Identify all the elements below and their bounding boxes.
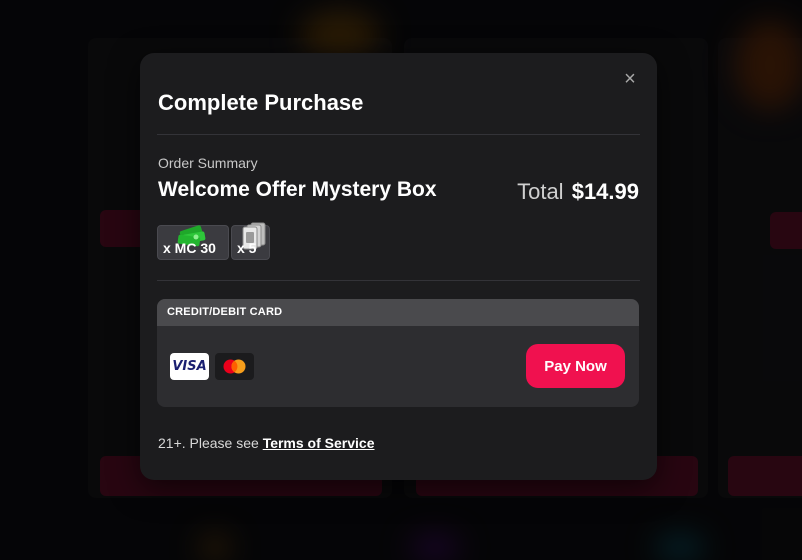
visa-logo-icon: VISA [170, 353, 209, 380]
item-chip-mc: x MC 30 [157, 225, 229, 260]
order-summary-label: Order Summary [158, 155, 258, 171]
order-total: Total $14.99 [517, 179, 639, 205]
total-amount: $14.99 [571, 179, 639, 204]
terms-of-service-link[interactable]: Terms of Service [263, 435, 375, 451]
mastercard-logo-icon [215, 353, 254, 380]
age-notice: 21+. Please see Terms of Service [158, 435, 374, 451]
divider [157, 280, 640, 281]
divider [157, 134, 640, 135]
payment-method-panel[interactable]: CREDIT/DEBIT CARD VISA Pay Now [157, 299, 639, 407]
modal-title: Complete Purchase [158, 90, 364, 115]
visa-label: VISA [172, 359, 207, 374]
total-label: Total [517, 179, 564, 204]
item-chip-cards: x 5 [231, 222, 270, 260]
item-label: x MC 30 [163, 240, 216, 256]
payment-method-header: CREDIT/DEBIT CARD [157, 299, 639, 326]
purchase-modal: × Complete Purchase Order Summary Welcom… [140, 53, 657, 480]
order-items: x MC 30 x 5 [157, 222, 270, 260]
pay-now-button[interactable]: Pay Now [526, 344, 625, 388]
close-icon[interactable]: × [621, 69, 639, 89]
product-name: Welcome Offer Mystery Box [158, 178, 437, 201]
item-label: x 5 [237, 240, 257, 256]
age-notice-text: 21+. Please see [158, 435, 259, 451]
